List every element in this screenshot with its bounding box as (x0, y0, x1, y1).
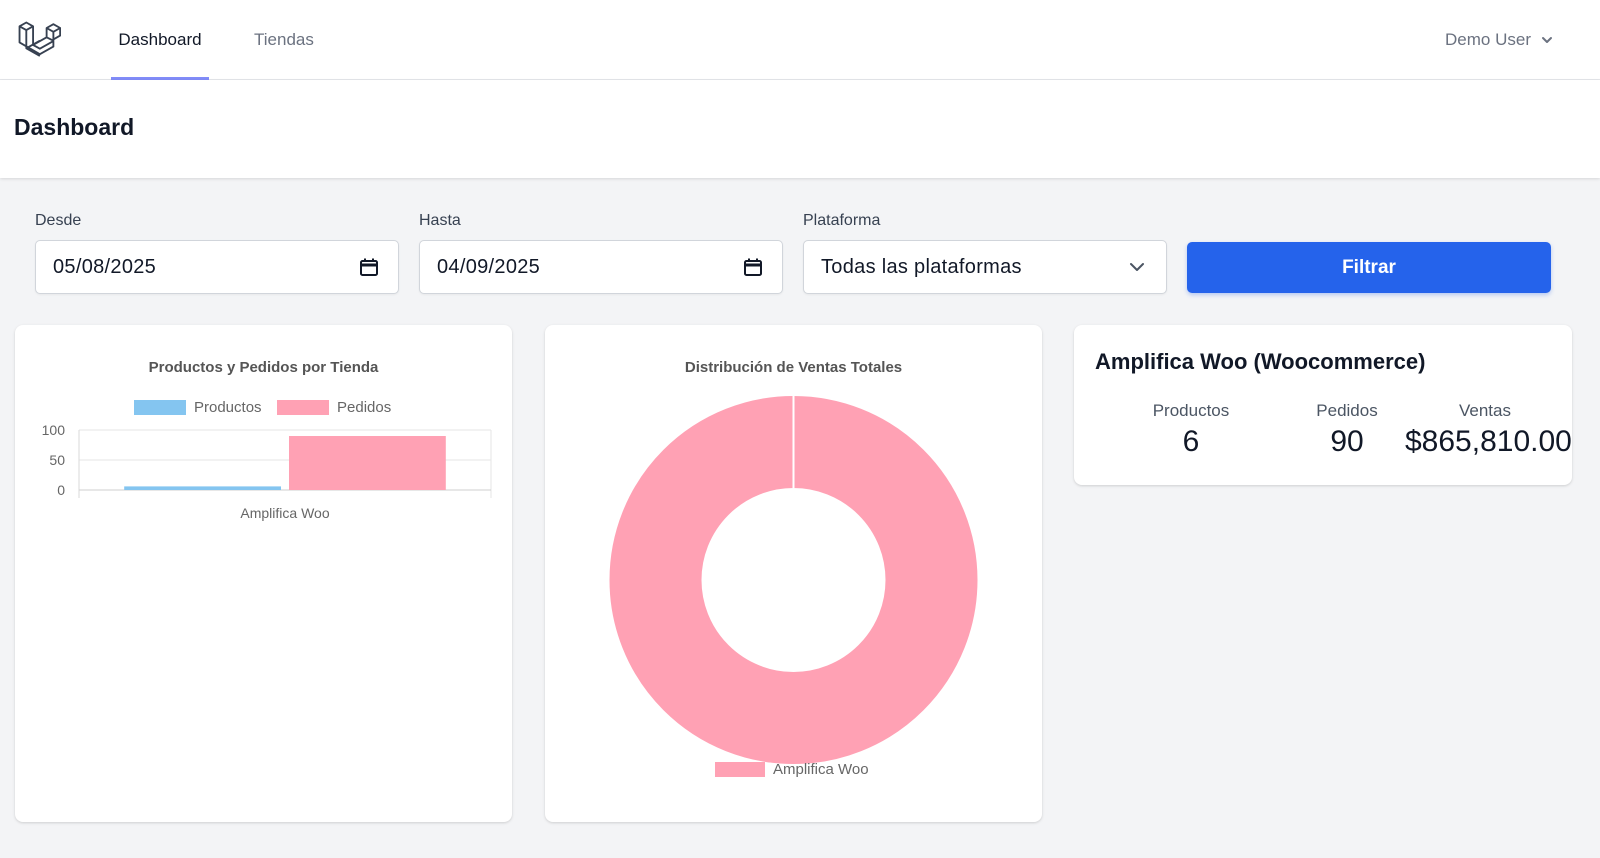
legend-productos[interactable]: Productos (134, 399, 262, 416)
bar-productos[interactable] (124, 486, 281, 490)
hasta-value: 04/09/2025 (437, 256, 541, 278)
stat-productos-value: 6 (1182, 425, 1200, 458)
legend-label-amplifica-woo: Amplifica Woo (773, 761, 869, 778)
user-menu[interactable]: Demo User (1445, 0, 1554, 80)
legend-label-productos: Productos (194, 399, 262, 416)
desde-label: Desde (35, 212, 82, 229)
bar-chart: 0 50 100 Amplifica Woo (42, 422, 492, 521)
legend-label-pedidos: Pedidos (337, 399, 392, 416)
plataforma-value: Todas las plataformas (821, 256, 1022, 278)
store-title: Amplifica Woo (Woocommerce) (1095, 349, 1426, 374)
bar-pedidos[interactable] (289, 436, 446, 490)
stat-productos: Productos 6 (1126, 401, 1256, 459)
stat-pedidos: Pedidos 90 (1282, 401, 1412, 459)
calendar-icon[interactable] (358, 256, 380, 278)
tab-tiendas-label: Tiendas (254, 30, 314, 49)
filtrar-button[interactable]: Filtrar (1187, 242, 1551, 293)
plataforma-label: Plataforma (803, 212, 881, 229)
tab-dashboard[interactable]: Dashboard (111, 0, 209, 80)
stat-pedidos-label: Pedidos (1316, 401, 1378, 420)
plataforma-select[interactable]: Todas las plataformas (803, 240, 1167, 294)
stat-ventas-label: Ventas (1459, 401, 1511, 420)
page-title: Dashboard (14, 114, 135, 140)
top-navbar: Dashboard Tiendas Demo User (0, 0, 1600, 80)
legend-swatch-pedidos (277, 400, 329, 415)
stat-ventas-value: $865,810.00 (1405, 425, 1572, 458)
bar-chart-card: Productos y Pedidos por Tienda Productos… (15, 325, 512, 822)
store-summary-card: Amplifica Woo (Woocommerce) Productos 6 … (1074, 325, 1572, 485)
desde-date-input[interactable]: 05/08/2025 (35, 240, 399, 294)
bar-chart-title: Productos y Pedidos por Tienda (148, 359, 379, 376)
stat-ventas: Ventas $865,810.00 (1405, 401, 1572, 459)
y-tick-label: 100 (42, 422, 66, 438)
hasta-label: Hasta (419, 212, 461, 229)
legend-swatch-productos (134, 400, 186, 415)
user-name: Demo User (1445, 30, 1531, 49)
legend-swatch-amplifica-woo (715, 762, 765, 777)
calendar-icon[interactable] (742, 256, 764, 278)
page-header: Dashboard (0, 80, 1600, 178)
donut-chart-card: Distribución de Ventas Totales Amplifica… (545, 325, 1042, 822)
tab-dashboard-label: Dashboard (118, 30, 202, 49)
desde-value: 05/08/2025 (53, 256, 157, 278)
y-tick-label: 0 (57, 482, 65, 498)
chevron-down-icon (1542, 37, 1552, 43)
legend-pedidos[interactable]: Pedidos (277, 399, 391, 416)
chevron-down-icon (1130, 263, 1144, 271)
donut-chart-title: Distribución de Ventas Totales (684, 359, 903, 376)
stat-pedidos-value: 90 (1330, 425, 1364, 458)
donut-chart (609, 396, 978, 764)
laravel-logo-icon[interactable] (17, 17, 61, 61)
hasta-date-input[interactable]: 04/09/2025 (419, 240, 783, 294)
legend-amplifica-woo[interactable]: Amplifica Woo (715, 761, 869, 778)
y-tick-label: 50 (49, 452, 65, 468)
x-tick-label: Amplifica Woo (240, 505, 329, 521)
stat-productos-label: Productos (1152, 401, 1230, 420)
tab-tiendas[interactable]: Tiendas (254, 0, 314, 80)
